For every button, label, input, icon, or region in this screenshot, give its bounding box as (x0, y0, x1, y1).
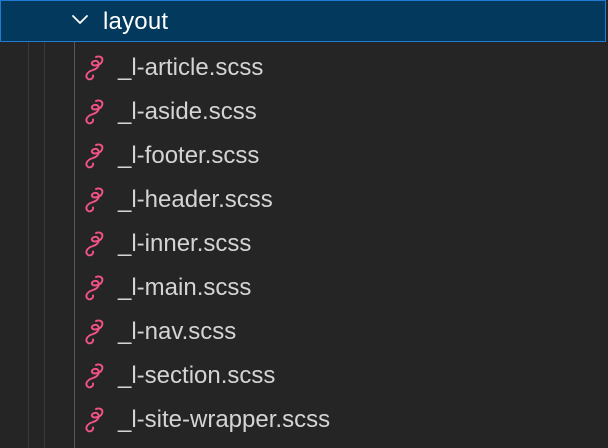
file-explorer: layout _l-article.scss _l-aside.scss _l-… (0, 0, 608, 448)
sass-icon (85, 275, 104, 301)
chevron-down-icon[interactable] (71, 13, 89, 27)
file-item[interactable]: _l-main.scss (0, 266, 608, 310)
folder-label[interactable]: layout (103, 8, 168, 36)
file-item[interactable]: _l-nav.scss (0, 310, 608, 354)
sass-icon (85, 407, 104, 433)
file-item[interactable]: _l-footer.scss (0, 134, 608, 178)
sass-icon (85, 363, 104, 389)
file-label[interactable]: _l-aside.scss (118, 98, 257, 126)
file-label[interactable]: _l-section.scss (118, 362, 275, 390)
sass-icon (85, 143, 104, 169)
file-item[interactable]: _l-site-wrapper.scss (0, 398, 608, 442)
file-item[interactable]: _l-article.scss (0, 46, 608, 90)
sass-icon (85, 99, 104, 125)
file-label[interactable]: _l-article.scss (118, 54, 263, 82)
file-label[interactable]: _l-inner.scss (118, 230, 251, 258)
file-label[interactable]: _l-nav.scss (118, 318, 236, 346)
file-label[interactable]: _l-header.scss (118, 186, 273, 214)
file-item[interactable]: _l-aside.scss (0, 90, 608, 134)
file-label[interactable]: _l-main.scss (118, 274, 251, 302)
sass-icon (85, 231, 104, 257)
sass-icon (85, 55, 104, 81)
file-list: _l-article.scss _l-aside.scss _l-footer.… (0, 46, 608, 442)
file-label[interactable]: _l-footer.scss (118, 142, 259, 170)
file-item[interactable]: _l-header.scss (0, 178, 608, 222)
sass-icon (85, 319, 104, 345)
sass-icon (85, 187, 104, 213)
folder-row-layout[interactable]: layout (0, 0, 606, 42)
file-item[interactable]: _l-inner.scss (0, 222, 608, 266)
file-label[interactable]: _l-site-wrapper.scss (118, 406, 330, 434)
file-item[interactable]: _l-section.scss (0, 354, 608, 398)
